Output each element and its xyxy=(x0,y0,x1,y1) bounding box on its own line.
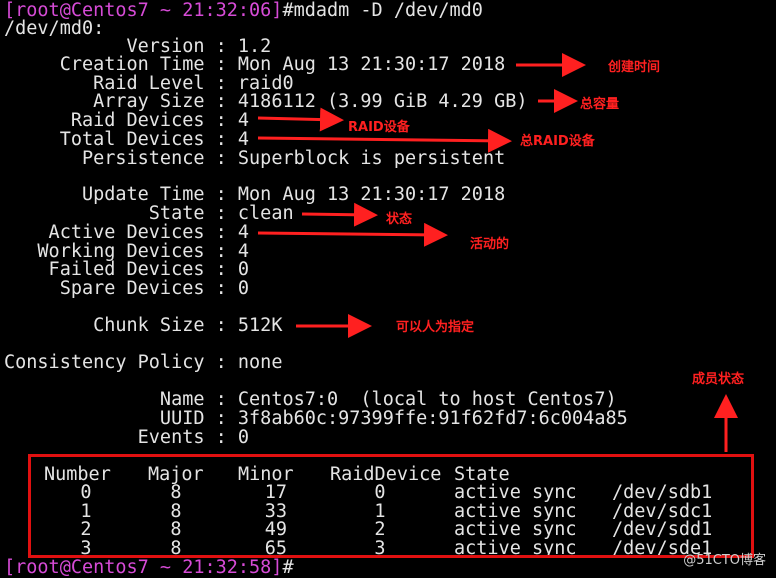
terminal-window[interactable]: [root@Centos7 ~ 21:32:06]#mdadm -D /dev/… xyxy=(0,0,776,577)
arrow-active xyxy=(257,222,448,247)
note-members: 成员状态 xyxy=(692,372,745,387)
note-active: 活动的 xyxy=(470,237,510,252)
note-chunk: 可以人为指定 xyxy=(396,320,475,335)
note-total-devices: 总RAID设备 xyxy=(520,134,595,149)
note-raid-devices: RAID设备 xyxy=(348,120,410,135)
arrow-state xyxy=(301,202,378,227)
note-state: 状态 xyxy=(386,212,413,227)
annotation-arrows xyxy=(257,53,738,452)
watermark: @51CTO博客 xyxy=(683,553,766,568)
note-array-size: 总容量 xyxy=(580,97,620,112)
note-creation-time: 创建时间 xyxy=(608,60,661,75)
arrow-total-devices xyxy=(257,128,512,153)
arrow-raid-devices xyxy=(257,107,344,132)
